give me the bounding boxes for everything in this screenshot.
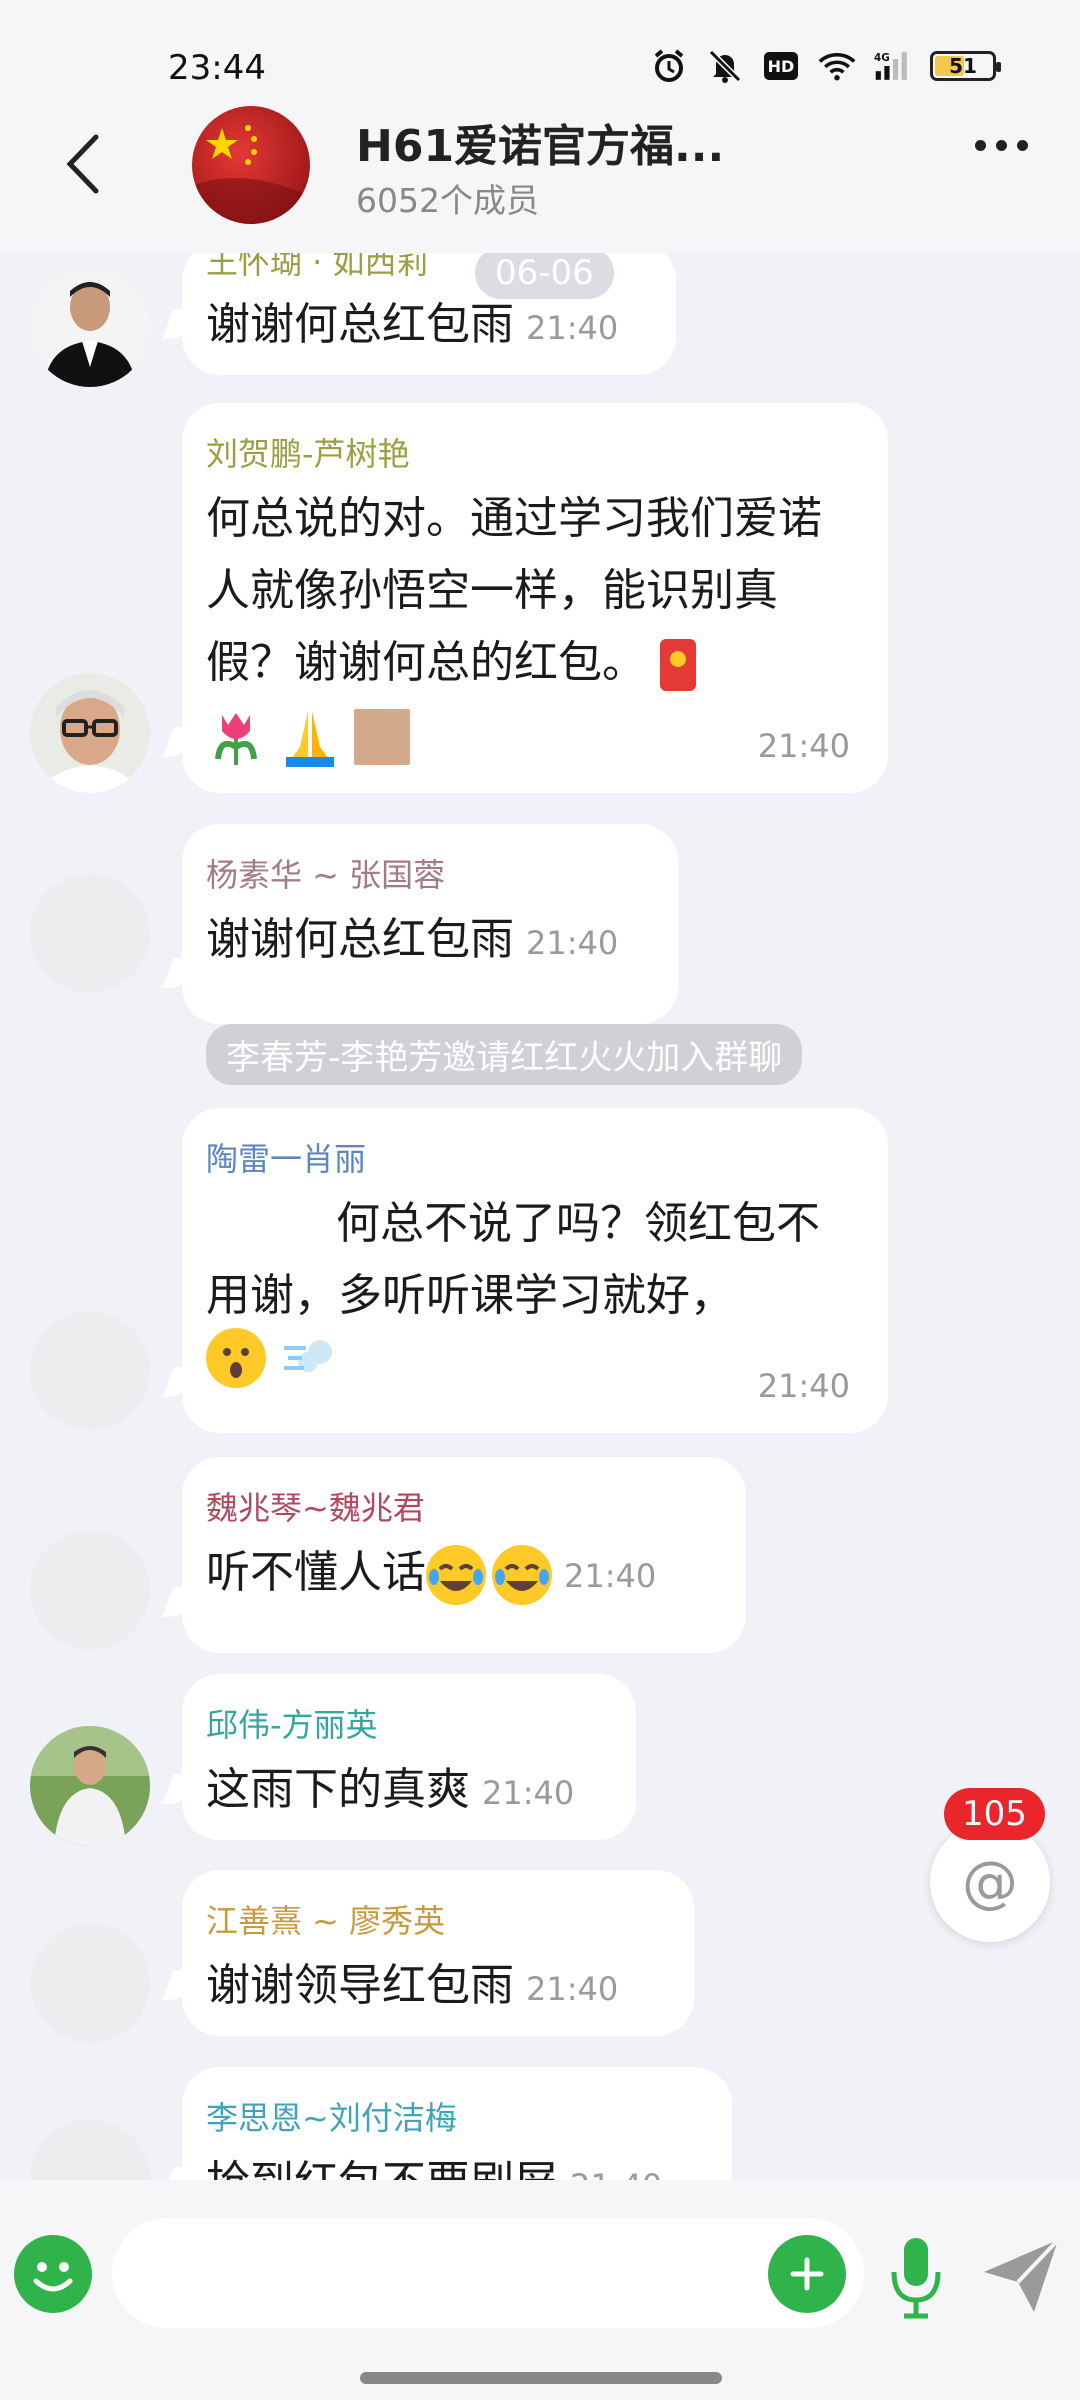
wifi-icon <box>818 47 856 85</box>
flag-icon <box>192 125 310 224</box>
sender-name: 王怀瑚 · 如西莉 <box>206 253 429 281</box>
sender-name: 魏兆琴~魏兆君 <box>206 1489 425 1527</box>
network-label: 4G <box>874 52 890 64</box>
avatar[interactable] <box>30 1726 150 1846</box>
plus-icon <box>790 2257 824 2291</box>
tears-of-joy-icon <box>492 1545 552 1605</box>
mention-jump-button[interactable]: @ <box>930 1822 1050 1942</box>
date-pill: 06-06 <box>475 253 614 299</box>
battery-level: 51 <box>949 54 977 78</box>
plus-button[interactable] <box>768 2235 846 2313</box>
back-button[interactable] <box>52 124 112 204</box>
battery-icon: 51 <box>930 51 1001 81</box>
voice-button[interactable] <box>886 2232 946 2322</box>
dash-icon <box>280 1328 340 1388</box>
mute-bell-icon <box>706 47 744 85</box>
hd-label: HD <box>768 57 795 76</box>
message-text: 抢到红包不要刷屏 <box>206 2157 558 2180</box>
surprised-face-icon <box>206 1328 266 1388</box>
message-time: 21:40 <box>526 924 619 962</box>
message-text: 谢谢领导红包雨 <box>206 1960 514 2011</box>
more-options-button[interactable] <box>975 140 1028 151</box>
message-time: 21:40 <box>570 2167 662 2180</box>
avatar[interactable] <box>30 1311 150 1431</box>
status-time: 23:44 <box>168 48 266 88</box>
smiley-icon <box>33 2262 73 2292</box>
message-bubble[interactable]: 刘贺鹏-芦树艳 何总说的对。通过学习我们爱诺人就像孙悟空一样，能识别真假？谢谢何… <box>182 403 888 793</box>
alarm-icon <box>650 47 688 85</box>
tulip-icon <box>206 707 266 767</box>
sender-name: 刘贺鹏-芦树艳 <box>206 435 410 473</box>
message-bubble[interactable]: 邱伟-方丽英 这雨下的真爽 21:40 <box>182 1674 636 1840</box>
message-text: 谢谢何总红包雨 <box>206 299 514 350</box>
chevron-left-icon <box>66 134 99 194</box>
avatar[interactable] <box>30 1530 150 1650</box>
sender-name: 杨素华 ~ 张国蓉 <box>206 856 446 894</box>
sender-name: 江善熹 ~ 廖秀英 <box>206 1902 446 1940</box>
message-time: 21:40 <box>526 1970 619 2008</box>
system-notice: 李春芳-李艳芳邀请红红火火加入群聊 <box>206 1024 803 1085</box>
group-title: H61爱诺官方福... <box>356 121 725 172</box>
message-input[interactable] <box>112 2218 864 2328</box>
avatar[interactable] <box>30 873 150 993</box>
sender-name: 李思恩~刘付洁梅 <box>206 2099 457 2137</box>
message-text: 何总不说了吗？领红包不用谢，多听听课学习就好， <box>206 1198 820 1321</box>
message-text: 这雨下的真爽 <box>206 1764 470 1815</box>
avatar[interactable] <box>30 2119 150 2180</box>
home-indicator <box>360 2372 722 2384</box>
mention-count-badge: 105 <box>944 1788 1045 1840</box>
send-button[interactable] <box>978 2232 1066 2320</box>
more-dots-icon <box>975 140 986 151</box>
message-bubble[interactable]: 李思恩~刘付洁梅 抢到红包不要刷屏 21:40 <box>182 2067 732 2180</box>
status-icons: HD 4G 51 <box>650 44 1001 88</box>
avatar[interactable] <box>30 1923 150 2043</box>
message-time: 21:40 <box>526 309 619 347</box>
message-text: 谢谢何总红包雨 <box>206 914 514 965</box>
message-bubble[interactable]: 陶雷一肖丽 何总不说了吗？领红包不用谢，多听听课学习就好， 21:40 <box>182 1108 888 1433</box>
emoji-button[interactable] <box>14 2235 92 2313</box>
send-icon <box>984 2238 1060 2312</box>
sender-name: 邱伟-方丽英 <box>206 1706 378 1744</box>
message-text: 何总说的对。通过学习我们爱诺人就像孙悟空一样，能识别真假？谢谢何总的红包。 <box>206 493 822 688</box>
tears-of-joy-icon <box>426 1545 486 1605</box>
chat-list[interactable]: 王怀瑚 · 如西莉 谢谢何总红包雨 21:40 06-06 刘贺鹏-芦树艳 何总说… <box>0 253 1080 2180</box>
group-avatar[interactable] <box>192 106 310 224</box>
input-bar <box>0 2180 1080 2400</box>
message-bubble[interactable]: 魏兆琴~魏兆君 听不懂人话 21:40 <box>182 1457 746 1653</box>
message-bubble[interactable]: 江善熹 ~ 廖秀英 谢谢领导红包雨 21:40 <box>182 1870 694 2036</box>
red-envelope-icon <box>660 639 696 691</box>
avatar[interactable] <box>30 267 150 387</box>
message-time: 21:40 <box>757 727 850 765</box>
avatar[interactable] <box>30 673 150 793</box>
message-time: 21:40 <box>482 1774 575 1812</box>
microphone-icon <box>891 2238 941 2319</box>
hd-icon: HD <box>762 47 800 85</box>
message-bubble[interactable]: 杨素华 ~ 张国蓉 谢谢何总红包雨 21:40 <box>182 824 678 1024</box>
message-text: 听不懂人话 <box>206 1547 426 1598</box>
praying-hands-icon <box>280 707 340 767</box>
skin-tone-icon <box>354 709 410 765</box>
at-icon: @ <box>962 1849 1018 1915</box>
member-count: 6052个成员 <box>356 181 539 220</box>
message-time: 21:40 <box>564 1557 657 1595</box>
top-bar: 23:44 HD 4G 51 H61爱诺官方福... 6052个成员 <box>0 0 1080 253</box>
cellular-4g-icon: 4G <box>874 47 912 85</box>
message-time: 21:40 <box>757 1367 850 1405</box>
sender-name: 陶雷一肖丽 <box>206 1140 367 1178</box>
